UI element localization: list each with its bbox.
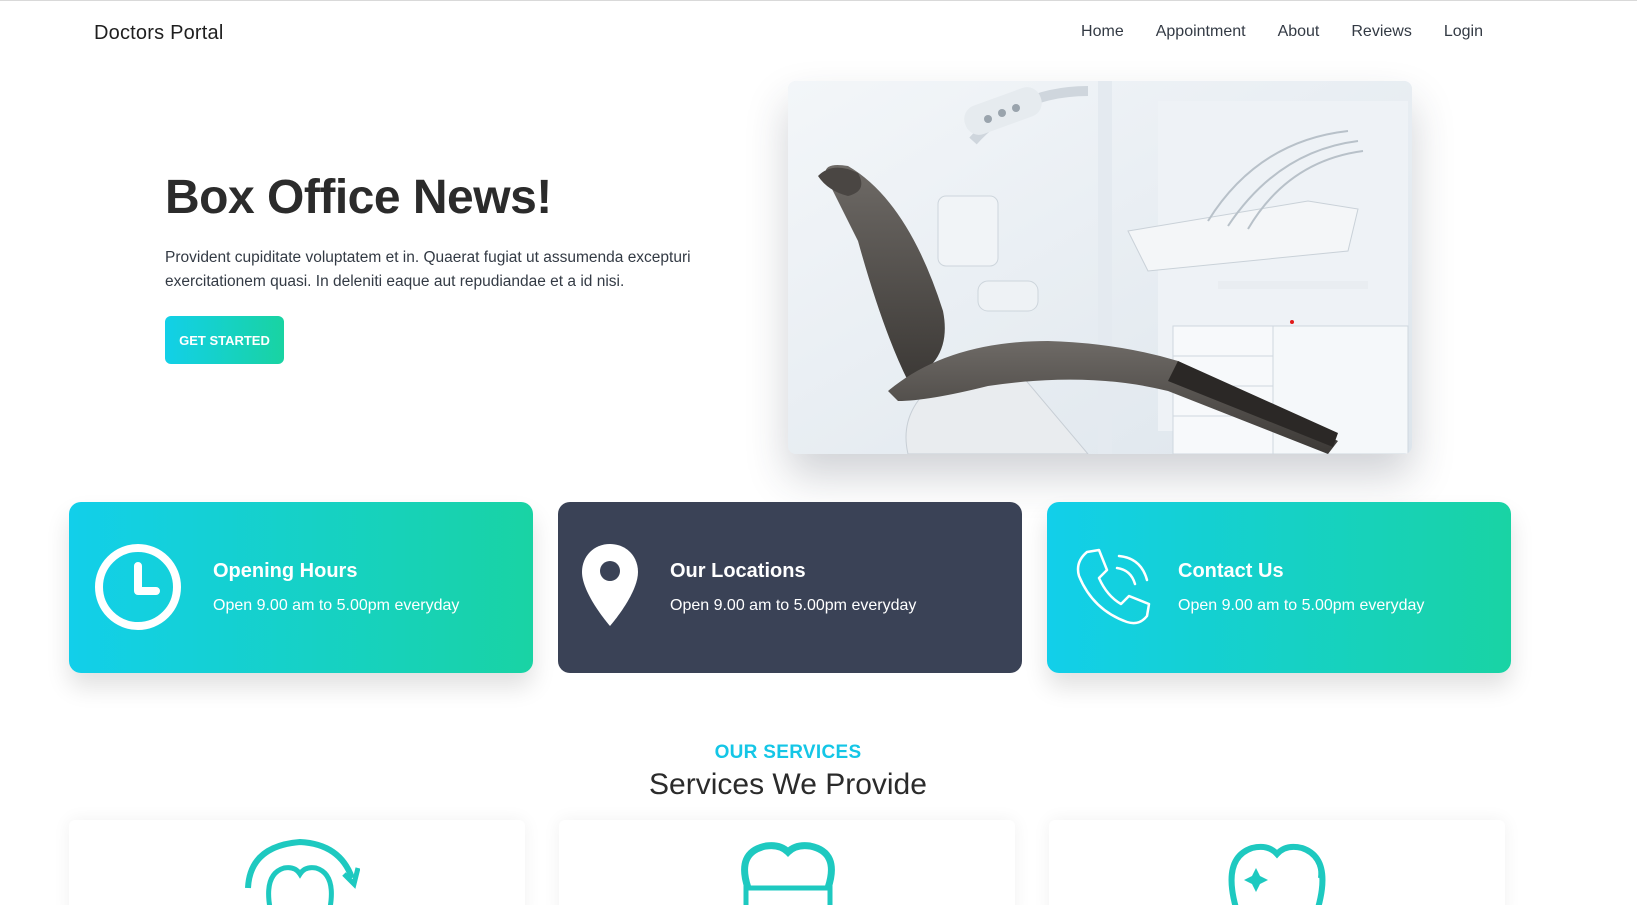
nav-link-reviews[interactable]: Reviews [1351,23,1411,41]
phone-icon [1069,542,1159,632]
dental-chair-image [788,81,1412,454]
nav-link-home[interactable]: Home [1081,23,1124,41]
nav-link-login[interactable]: Login [1444,23,1483,41]
contact-us-title: Contact Us [1178,560,1284,582]
contact-us-card [1047,502,1511,673]
tooth-refresh-icon [240,838,361,905]
opening-hours-title: Opening Hours [213,560,358,582]
contact-us-subtitle: Open 9.00 am to 5.00pm everyday [1178,597,1425,614]
navbar: Doctors Portal Home Appointment About Re… [0,0,1637,66]
services-title: Services We Provide [649,768,927,801]
our-locations-subtitle: Open 9.00 am to 5.00pm everyday [670,597,917,614]
opening-hours-subtitle: Open 9.00 am to 5.00pm everyday [213,597,460,614]
opening-hours-card [69,502,533,673]
hero-title: Box Office News! [165,171,552,224]
tooth-sparkle-icon [1222,838,1332,905]
clock-icon [93,542,183,632]
brand-logo-text[interactable]: Doctors Portal [94,22,224,45]
nav-link-about[interactable]: About [1278,23,1320,41]
get-started-button[interactable]: GET STARTED [165,316,284,364]
our-locations-card [558,502,1022,673]
tooth-brace-icon [736,838,840,905]
location-pin-icon [580,542,670,632]
red-indicator-dot [1290,320,1294,324]
nav-links: Home Appointment About Reviews Login [1081,23,1483,41]
our-locations-title: Our Locations [670,560,806,582]
nav-link-appointment[interactable]: Appointment [1156,23,1246,41]
services-kicker: OUR SERVICES [714,742,862,763]
hero-description: Provident cupiditate voluptatem et in. Q… [165,249,691,290]
